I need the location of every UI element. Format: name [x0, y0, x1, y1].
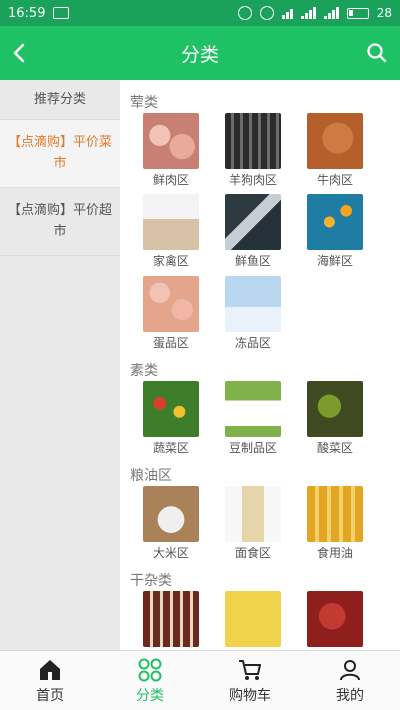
user-icon	[340, 659, 360, 680]
dried-meat-image	[307, 591, 363, 647]
noodles-image	[225, 486, 281, 542]
nav-label: 我的	[336, 687, 364, 704]
headphones-icon	[237, 6, 252, 20]
tile-seafood[interactable]: 海鲜区	[300, 194, 370, 269]
battery-level: 28	[376, 6, 392, 20]
status-time: 16:59	[8, 5, 46, 21]
nav-label: 分类	[136, 687, 164, 704]
tile-label: 冻品区	[234, 336, 271, 350]
tile-cooking-oil[interactable]: 食用油	[300, 486, 370, 561]
tile-fresh-meat[interactable]: 鲜肉区	[136, 113, 206, 188]
bottom-navigation: 首页 分类 购物车 我的	[0, 650, 400, 710]
sidebar-item-supermarket[interactable]: 【点滴购】平价超市	[0, 188, 120, 256]
nav-label: 首页	[36, 687, 64, 704]
nav-cart[interactable]: 购物车	[200, 651, 300, 710]
section-title-meat: 荤类	[130, 95, 158, 111]
tile-label: 蛋品区	[152, 336, 189, 350]
tile-beef[interactable]: 牛肉区	[300, 113, 370, 188]
back-button[interactable]	[12, 26, 42, 80]
nav-label: 购物车	[229, 687, 271, 704]
sidebar-item-label: 【点滴购】平价菜市	[7, 135, 112, 171]
tile-dry-goods-1[interactable]	[136, 591, 206, 647]
tile-frozen[interactable]: 冻品区	[218, 276, 288, 351]
tile-poultry[interactable]: 家禽区	[136, 194, 206, 269]
beef-image	[307, 113, 363, 169]
lamb-image	[225, 113, 281, 169]
sidebar-item-label: 推荐分类	[33, 92, 86, 107]
nav-home[interactable]: 首页	[0, 651, 100, 710]
status-bar: 16:59 28	[0, 0, 400, 26]
tile-label: 鲜肉区	[152, 173, 189, 187]
tile-eggs[interactable]: 蛋品区	[136, 276, 206, 351]
nav-profile[interactable]: 我的	[300, 651, 400, 710]
tile-tofu[interactable]: 豆制品区	[218, 381, 288, 456]
sidebar-item-market[interactable]: 【点滴购】平价菜市	[0, 120, 120, 188]
sidebar-item-recommended[interactable]: 推荐分类	[0, 80, 120, 120]
tile-label: 大米区	[152, 546, 189, 560]
tile-vegetables[interactable]: 蔬菜区	[136, 381, 206, 456]
tile-label: 羊狗肉区	[228, 173, 277, 187]
tile-fresh-fish[interactable]: 鲜鱼区	[218, 194, 288, 269]
vegetables-image	[143, 381, 199, 437]
page-title: 分类	[180, 43, 219, 66]
tile-label: 海鲜区	[316, 254, 353, 268]
category-icon	[138, 658, 162, 681]
category-sidebar: 推荐分类 【点滴购】平价菜市 【点滴购】平价超市	[0, 80, 120, 650]
fresh-meat-image	[143, 113, 199, 169]
search-icon	[367, 43, 387, 63]
tile-label: 豆制品区	[228, 441, 277, 455]
home-icon	[40, 659, 60, 680]
tile-noodles[interactable]: 面食区	[218, 486, 288, 561]
frozen-image	[225, 276, 281, 332]
tile-dry-goods-2[interactable]	[218, 591, 288, 647]
sauces-image	[143, 591, 199, 647]
tile-label: 面食区	[234, 546, 271, 560]
app-header: 分类	[0, 26, 400, 80]
back-chevron-icon	[13, 43, 25, 63]
tile-label: 食用油	[316, 546, 353, 560]
alarm-icon	[259, 6, 274, 20]
sidebar-item-label: 【点滴购】平价超市	[7, 203, 112, 239]
category-content: 荤类 鲜肉区 羊狗肉区 牛肉区 家禽区 鲜鱼区 海鲜区 蛋品区 冻品区 素类 蔬…	[120, 80, 400, 650]
signal-2-icon	[323, 7, 339, 19]
tile-label: 鲜鱼区	[234, 254, 271, 268]
poultry-image	[143, 194, 199, 250]
signal-icon	[300, 7, 316, 19]
tile-label: 酸菜区	[316, 441, 353, 455]
oil-image	[307, 486, 363, 542]
seafood-image	[307, 194, 363, 250]
pickles-image	[307, 381, 363, 437]
tile-rice[interactable]: 大米区	[136, 486, 206, 561]
nav-category[interactable]: 分类	[100, 651, 200, 710]
fish-image	[225, 194, 281, 250]
nanbei-package-image	[225, 591, 281, 647]
section-title-grain-oil: 粮油区	[130, 468, 172, 484]
section-title-dry-goods: 干杂类	[130, 573, 172, 589]
rice-image	[143, 486, 199, 542]
section-title-vegetarian: 素类	[130, 363, 158, 379]
tile-lamb-dog-meat[interactable]: 羊狗肉区	[218, 113, 288, 188]
tile-label: 家禽区	[152, 254, 189, 268]
battery-icon	[346, 7, 369, 19]
search-button[interactable]	[364, 40, 390, 66]
tile-label: 蔬菜区	[152, 441, 189, 455]
image-notification-icon	[53, 7, 70, 19]
cart-icon	[239, 659, 261, 680]
tile-label: 牛肉区	[316, 173, 353, 187]
eggs-image	[143, 276, 199, 332]
wifi-icon	[281, 7, 293, 19]
tile-dry-goods-3[interactable]	[300, 591, 370, 647]
tofu-image	[225, 381, 281, 437]
tile-pickles[interactable]: 酸菜区	[300, 381, 370, 456]
